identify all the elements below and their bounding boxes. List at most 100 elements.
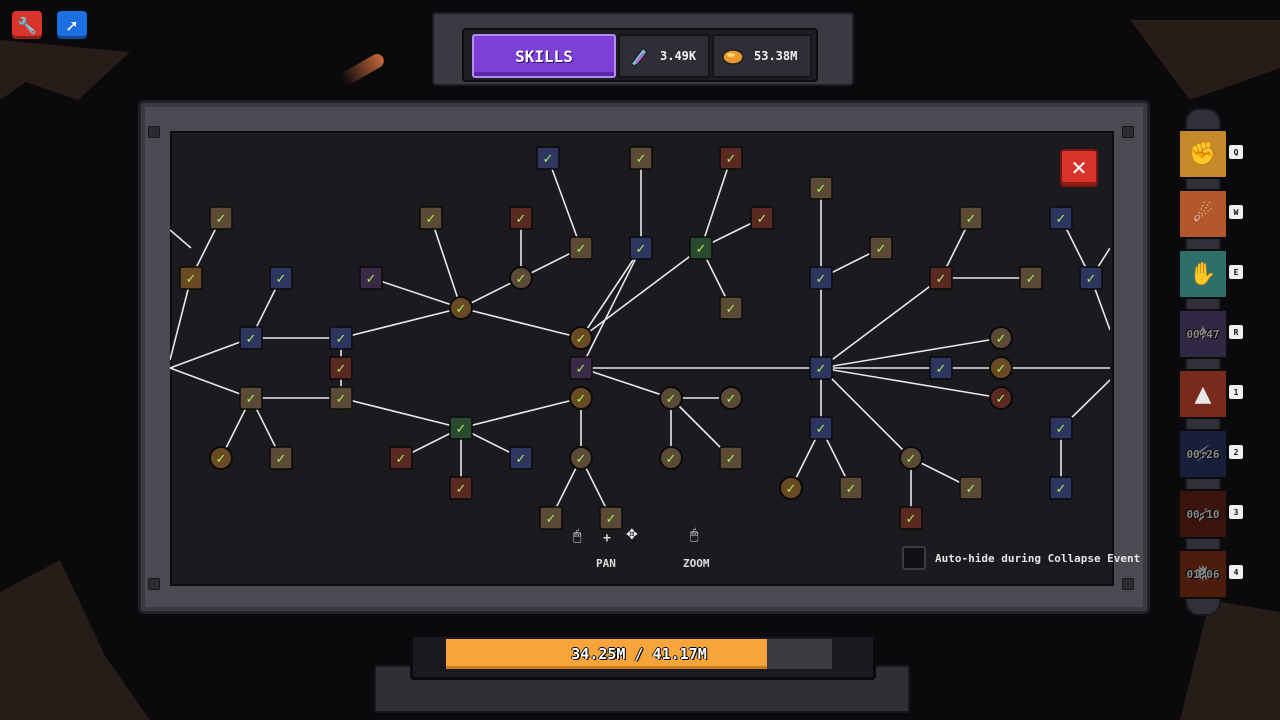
skill-node[interactable]: ✓	[389, 446, 413, 470]
skill-connector	[430, 217, 462, 309]
skill-node[interactable]: ✓	[1019, 266, 1043, 290]
ability-slot-e[interactable]: ✋	[1178, 249, 1228, 299]
skill-node[interactable]: ✓	[989, 326, 1013, 350]
skill-node[interactable]: ✓	[329, 356, 353, 380]
skill-node[interactable]: ✓	[959, 476, 983, 500]
checkmark-icon: ✓	[216, 212, 227, 227]
checkmark-icon: ✓	[576, 332, 587, 347]
checkmark-icon: ✓	[726, 302, 737, 317]
skill-node[interactable]: ✓	[809, 416, 833, 440]
skill-node[interactable]: ✓	[569, 326, 593, 350]
skill-node[interactable]: ✓	[719, 446, 743, 470]
checkmark-icon: ✓	[1026, 272, 1037, 287]
checkmark-icon: ✓	[876, 242, 887, 257]
skill-node[interactable]: ✓	[989, 386, 1013, 410]
skill-node[interactable]: ✓	[869, 236, 893, 260]
skill-node[interactable]: ✓	[599, 506, 623, 530]
checkmark-icon: ✓	[276, 272, 287, 287]
ability-slot-4[interactable]: ✹ 01:06	[1178, 549, 1228, 599]
skill-node[interactable]: ✓	[809, 266, 833, 290]
ability-slot-q[interactable]: ✊	[1178, 129, 1228, 179]
skill-node[interactable]: ✓	[719, 146, 743, 170]
skill-node[interactable]: ✓	[1049, 206, 1073, 230]
skill-node[interactable]: ✓	[569, 356, 593, 380]
skill-node[interactable]: ✓	[329, 386, 353, 410]
crystal-icon	[626, 43, 652, 69]
skill-node[interactable]: ✓	[989, 356, 1013, 380]
skill-node[interactable]: ✓	[359, 266, 383, 290]
mouse-icon: 🖱	[573, 528, 582, 544]
skill-node[interactable]: ✓	[209, 446, 233, 470]
skill-node[interactable]: ✓	[809, 356, 833, 380]
ability-slot-1[interactable]: ▲	[1178, 369, 1228, 419]
skill-node[interactable]: ✓	[719, 386, 743, 410]
auto-hide-toggle[interactable]: Auto-hide during Collapse Event	[902, 546, 1140, 570]
close-button[interactable]: ✕	[1060, 149, 1098, 187]
skill-node[interactable]: ✓	[659, 386, 683, 410]
skill-node[interactable]: ✓	[1079, 266, 1103, 290]
skill-node[interactable]: ✓	[179, 266, 203, 290]
skill-node[interactable]: ✓	[419, 206, 443, 230]
skill-node[interactable]: ✓	[269, 446, 293, 470]
skill-node[interactable]: ✓	[750, 206, 774, 230]
skill-node[interactable]: ✓	[1049, 476, 1073, 500]
skill-node[interactable]: ✓	[839, 476, 863, 500]
skill-node[interactable]: ✓	[569, 446, 593, 470]
checkmark-icon: ✓	[516, 272, 527, 287]
checkmark-icon: ✓	[936, 362, 947, 377]
hotkey-badge: Q	[1229, 145, 1243, 159]
checkmark-icon: ✓	[966, 482, 977, 497]
skill-node[interactable]: ✓	[629, 236, 653, 260]
skill-node[interactable]: ✓	[269, 266, 293, 290]
skill-node[interactable]: ✓	[449, 296, 473, 320]
ability-slot-2[interactable]: ⚡ 00:26	[1178, 429, 1228, 479]
skill-node[interactable]: ✓	[509, 206, 533, 230]
hotkey-badge: 1	[1229, 385, 1243, 399]
skill-node[interactable]: ✓	[689, 236, 713, 260]
skill-node[interactable]: ✓	[929, 266, 953, 290]
checkmark-icon: ✓	[1056, 482, 1067, 497]
skills-tab[interactable]: SKILLS	[472, 34, 616, 78]
skill-node[interactable]: ✓	[959, 206, 983, 230]
skill-node[interactable]: ✓	[509, 266, 533, 290]
skill-node[interactable]: ✓	[899, 506, 923, 530]
checkmark-icon: ✓	[816, 422, 827, 437]
ability-slot-3[interactable]: ➶ 00:10	[1178, 489, 1228, 539]
checkmark-icon: ✓	[996, 362, 1007, 377]
ability-slot-w[interactable]: ☄	[1178, 189, 1228, 239]
skill-node[interactable]: ✓	[239, 326, 263, 350]
checkmark-icon: ✓	[246, 332, 257, 347]
skill-node[interactable]: ✓	[569, 386, 593, 410]
skill-tree[interactable]: ✓ ✓ ✓ ✓ ✓ ✓ ✓ ✓ ✓ ✓ ✓ ✓ ✓ ✓ ✓ ✓ ✓ ✓ ✓ ✓ ✓ ✓ ✓ ✓ ✓ ✓ ✓ ✓ ✓ ✓ ✓ ✓ ✓ ✓ ✓ ✓ ✓ ✓ ✓ ✓…	[170, 131, 1110, 582]
skill-node[interactable]: ✓	[659, 446, 683, 470]
skill-node[interactable]: ✓	[779, 476, 803, 500]
skill-node[interactable]: ✓	[929, 356, 953, 380]
skill-node[interactable]: ✓	[239, 386, 263, 410]
checkmark-icon: ✓	[336, 332, 347, 347]
skill-node[interactable]: ✓	[809, 176, 833, 200]
skill-node[interactable]: ✓	[899, 446, 923, 470]
skill-node[interactable]: ✓	[509, 446, 533, 470]
skill-node[interactable]: ✓	[449, 476, 473, 500]
skill-node[interactable]: ✓	[569, 236, 593, 260]
cursor-click-button[interactable]: ➚	[57, 11, 87, 39]
gold-counter: 53.38M	[712, 34, 812, 78]
skill-node[interactable]: ✓	[536, 146, 560, 170]
skill-node[interactable]: ✓	[629, 146, 653, 170]
skill-node[interactable]: ✓	[539, 506, 563, 530]
wrench-button[interactable]: 🔧	[12, 11, 42, 39]
skill-node[interactable]: ✓	[449, 416, 473, 440]
skill-connector	[170, 337, 252, 369]
skill-connector	[460, 307, 582, 339]
checkmark-icon: ✓	[906, 452, 917, 467]
auto-hide-checkbox[interactable]	[902, 546, 926, 570]
ability-slot-r[interactable]: ✦ 00:47	[1178, 309, 1228, 359]
skill-node[interactable]: ✓	[719, 296, 743, 320]
skill-connector	[340, 307, 462, 339]
skill-connector	[820, 337, 1002, 369]
cursor-click-icon: ➚	[65, 15, 79, 35]
skill-node[interactable]: ✓	[329, 326, 353, 350]
skill-node[interactable]: ✓	[209, 206, 233, 230]
skill-connector	[170, 229, 192, 249]
skill-node[interactable]: ✓	[1049, 416, 1073, 440]
